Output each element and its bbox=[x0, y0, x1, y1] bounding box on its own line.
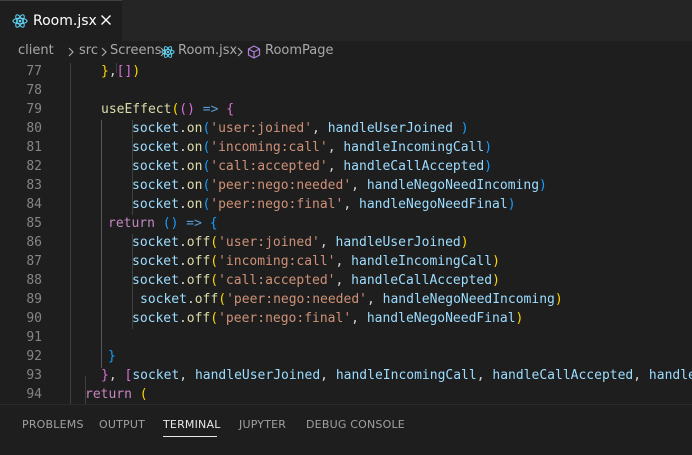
react-icon bbox=[12, 14, 28, 28]
breadcrumb-item-src[interactable]: src bbox=[79, 43, 98, 58]
code-line: 87 socket.off('incoming:call', handleInc… bbox=[26, 254, 500, 269]
code-text: useEffect(() => { bbox=[101, 102, 235, 117]
bottom-panel: PROBLEMS OUTPUT TERMINAL JUPYTER DEBUG C… bbox=[0, 404, 692, 455]
code-line: 89 socket.off('peer:nego:needed', handle… bbox=[26, 292, 563, 307]
chevron-right-icon bbox=[101, 47, 107, 57]
code-line: 83 socket.on('peer:nego:needed', handleN… bbox=[26, 178, 547, 193]
code-text: socket.on('incoming:call', handleIncomin… bbox=[132, 140, 493, 155]
tab-output[interactable]: OUTPUT bbox=[99, 418, 145, 431]
tab-debug-console[interactable]: DEBUG CONSOLE bbox=[306, 418, 405, 431]
code-text: return () => { bbox=[108, 216, 218, 231]
code-text: socket.on('peer:nego:final', handleNegoN… bbox=[132, 197, 516, 212]
code-line: 91 bbox=[26, 330, 42, 345]
code-text: socket.off('user:joined', handleUserJoin… bbox=[132, 235, 469, 250]
code-line: 78 bbox=[26, 83, 42, 98]
code-line: 94 return ( bbox=[26, 387, 148, 402]
code-text: } bbox=[108, 349, 116, 364]
breadcrumb: client src Screens Room.jsx RoomPage bbox=[0, 41, 692, 63]
code-line: 77 },[]) bbox=[26, 64, 141, 79]
code-text: },[]) bbox=[101, 64, 141, 79]
tab-jupyter[interactable]: JUPYTER bbox=[239, 418, 286, 431]
code-line: 80 socket.on('user:joined', handleUserJo… bbox=[26, 121, 469, 136]
active-tab-indicator bbox=[163, 436, 217, 437]
code-text: socket.on('call:accepted', handleCallAcc… bbox=[132, 159, 493, 174]
breadcrumb-item-screens[interactable]: Screens bbox=[110, 43, 161, 58]
tab-problems[interactable]: PROBLEMS bbox=[22, 418, 84, 431]
breadcrumb-item-client[interactable]: client bbox=[18, 43, 54, 58]
code-editor[interactable]: 77 },[]) 78 79 useEffect(() => { 80 sock… bbox=[0, 63, 692, 404]
code-line: 86 socket.off('user:joined', handleUserJ… bbox=[26, 235, 469, 250]
code-line: 81 socket.on('incoming:call', handleInco… bbox=[26, 140, 493, 155]
close-icon[interactable] bbox=[98, 12, 114, 28]
code-text: socket.off('incoming:call', handleIncomi… bbox=[132, 254, 500, 269]
code-text: socket.off('call:accepted', handleCallAc… bbox=[132, 273, 500, 288]
code-line: 93 }, [socket, handleUserJoined, handleI… bbox=[0, 367, 692, 386]
code-line: 82 socket.on('call:accepted', handleCall… bbox=[26, 159, 493, 174]
tab-terminal[interactable]: TERMINAL bbox=[163, 418, 221, 431]
code-text: }, [socket, handleUserJoined, handleInco… bbox=[101, 368, 692, 383]
code-text: return ( bbox=[85, 387, 148, 402]
symbol-cube-icon bbox=[247, 45, 261, 59]
code-text: socket.off('peer:nego:final', handleNego… bbox=[132, 311, 524, 326]
chevron-right-icon bbox=[68, 47, 74, 57]
code-text: socket.on('user:joined', handleUserJoine… bbox=[132, 121, 469, 136]
chevron-right-icon bbox=[237, 47, 243, 57]
code-text: socket.on('peer:nego:needed', handleNego… bbox=[132, 178, 547, 193]
code-line: 84 socket.on('peer:nego:final', handleNe… bbox=[26, 197, 516, 212]
react-icon bbox=[161, 46, 175, 58]
breadcrumb-item-symbol[interactable]: RoomPage bbox=[265, 43, 334, 58]
code-text: socket.off('peer:nego:needed', handleNeg… bbox=[140, 292, 563, 307]
code-line: 88 socket.off('call:accepted', handleCal… bbox=[26, 273, 500, 288]
code-line: 79 useEffect(() => { bbox=[26, 102, 235, 117]
code-line: 85 return () => { bbox=[26, 216, 218, 231]
editor-tab-bar: Room.jsx bbox=[0, 0, 692, 41]
code-line: 92 } bbox=[26, 349, 116, 364]
breadcrumb-item-file[interactable]: Room.jsx bbox=[178, 43, 237, 58]
code-line: 90 socket.off('peer:nego:final', handleN… bbox=[26, 311, 524, 326]
tab-room-jsx[interactable]: Room.jsx bbox=[0, 0, 122, 41]
tab-title: Room.jsx bbox=[33, 13, 97, 29]
